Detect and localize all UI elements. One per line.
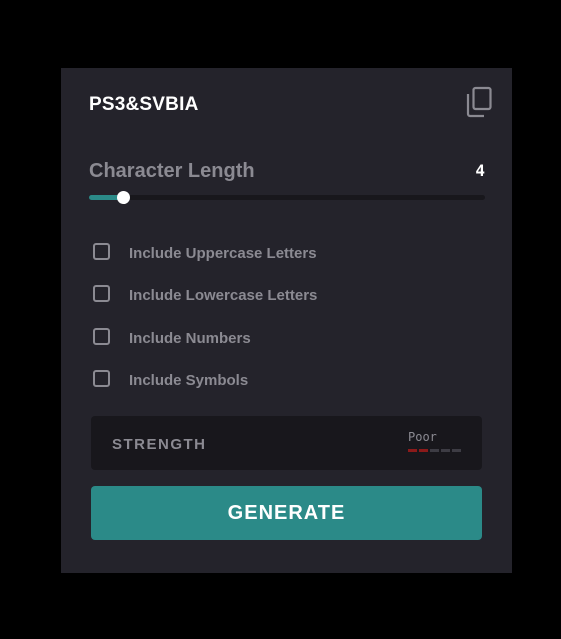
- option-uppercase[interactable]: Include Uppercase Letters: [93, 243, 317, 262]
- symbols-label: Include Symbols: [129, 372, 249, 389]
- uppercase-label: Include Uppercase Letters: [129, 245, 317, 262]
- generate-button[interactable]: GENERATE: [91, 486, 482, 540]
- strength-bar: [408, 449, 417, 452]
- option-symbols[interactable]: Include Symbols: [93, 370, 249, 389]
- strength-bar: [419, 449, 428, 452]
- character-length-value: 4: [475, 161, 485, 180]
- lowercase-checkbox[interactable]: [93, 285, 110, 302]
- strength-panel: STRENGTH Poor: [91, 416, 482, 470]
- option-numbers[interactable]: Include Numbers: [93, 328, 251, 347]
- numbers-checkbox[interactable]: [93, 328, 110, 345]
- password-generator-card: PS3&SVBIA Character Length 4 Include Upp…: [61, 68, 512, 573]
- uppercase-checkbox[interactable]: [93, 243, 110, 260]
- lowercase-label: Include Lowercase Letters: [129, 287, 318, 304]
- length-slider[interactable]: [89, 191, 485, 204]
- strength-bar: [441, 449, 450, 452]
- strength-label: STRENGTH: [112, 436, 207, 453]
- numbers-label: Include Numbers: [129, 330, 251, 347]
- strength-meter: [408, 449, 461, 452]
- copy-icon: [466, 86, 492, 118]
- option-lowercase[interactable]: Include Lowercase Letters: [93, 285, 318, 304]
- strength-bar: [430, 449, 439, 452]
- strength-rating: Poor: [408, 430, 437, 444]
- strength-bar: [452, 449, 461, 452]
- character-length-label: Character Length: [89, 160, 255, 182]
- generated-password: PS3&SVBIA: [89, 94, 199, 115]
- copy-button[interactable]: [464, 86, 494, 120]
- symbols-checkbox[interactable]: [93, 370, 110, 387]
- slider-thumb[interactable]: [116, 191, 130, 204]
